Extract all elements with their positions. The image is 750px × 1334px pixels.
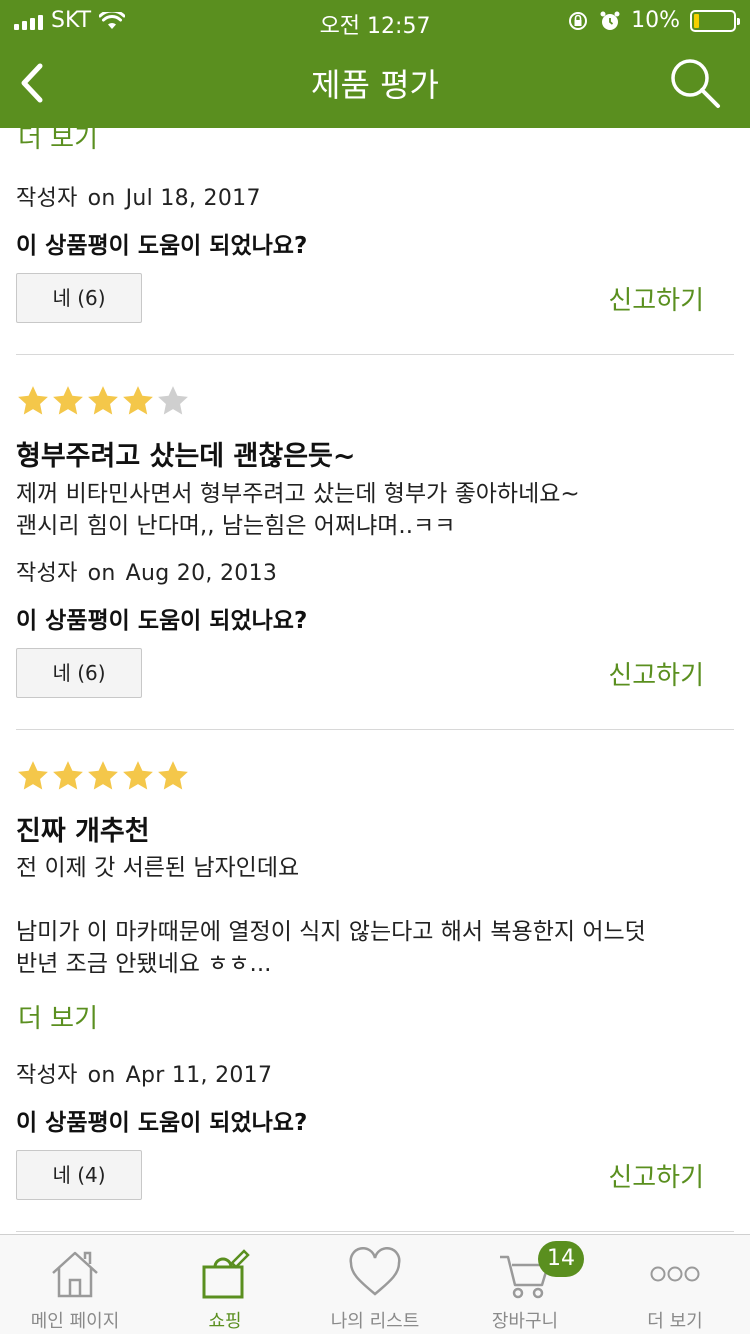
tab-home[interactable]: 메인 페이지 xyxy=(0,1235,150,1334)
review-title: 진짜 개추천 xyxy=(16,816,150,847)
read-more-link[interactable]: 더 보기 xyxy=(18,128,98,155)
battery-icon xyxy=(690,9,740,32)
divider xyxy=(16,729,734,730)
tab-cart[interactable]: 14 장바구니 xyxy=(450,1235,600,1334)
alarm-icon xyxy=(600,11,620,30)
review-body-line xyxy=(16,884,736,916)
more-dots-icon xyxy=(650,1266,700,1282)
tab-label: 나의 리스트 xyxy=(330,1311,420,1332)
cart-count-badge: 14 xyxy=(538,1241,584,1277)
review-title: 형부주려고 샀는데 괜찮은듯~ xyxy=(16,441,356,472)
review-body-line: 전 이제 갓 서른된 남자인데요 xyxy=(16,855,300,881)
review-body: 제꺼 비타민사면서 형부주려고 샀는데 형부가 좋아하네요~ 괜시리 힘이 난다… xyxy=(16,478,736,542)
helpful-question: 이 상품평이 도움이 되었나요? xyxy=(16,608,308,634)
tab-shopping[interactable]: 쇼핑 xyxy=(150,1235,300,1334)
review-date: Jul 18, 2017 xyxy=(125,186,261,211)
author-label: 작성자 xyxy=(16,186,78,211)
on-label: on xyxy=(87,186,116,211)
helpful-yes-button[interactable]: 네 (6) xyxy=(16,273,142,323)
star-filled-icon xyxy=(53,761,83,790)
tab-more[interactable]: 더 보기 xyxy=(600,1235,750,1334)
rotation-lock-icon xyxy=(569,11,588,30)
star-filled-icon xyxy=(88,761,118,790)
review-date: Apr 11, 2017 xyxy=(125,1063,273,1088)
helpful-yes-button[interactable]: 네 (4) xyxy=(16,1150,142,1200)
top-bar: SKT 오전 12:57 10% 제품 평가 xyxy=(0,0,750,128)
read-more-link[interactable]: 더 보기 xyxy=(18,998,98,1035)
status-bar: SKT 오전 12:57 10% xyxy=(0,0,750,40)
tab-label: 더 보기 xyxy=(647,1311,703,1332)
star-filled-icon xyxy=(123,386,153,415)
divider xyxy=(16,354,734,355)
shopping-bag-icon xyxy=(202,1249,250,1299)
review-body-line: 괜시리 힘이 난다며,, 남는힘은 어쩌냐며..ㅋㅋ xyxy=(16,513,456,539)
tab-label: 메인 페이지 xyxy=(30,1311,120,1332)
divider xyxy=(16,1231,734,1232)
star-rating xyxy=(16,384,190,418)
review-meta: 작성자 on Jul 18, 2017 xyxy=(16,180,261,212)
author-label: 작성자 xyxy=(16,1063,78,1088)
heart-icon xyxy=(349,1247,401,1296)
report-link[interactable]: 신고하기 xyxy=(608,655,704,692)
star-filled-icon xyxy=(88,386,118,415)
review-body-line: 반년 조금 안됐네요 ㅎㅎ... xyxy=(16,951,272,977)
star-filled-icon xyxy=(18,386,48,415)
star-rating xyxy=(16,759,190,793)
review-body: 전 이제 갓 서른된 남자인데요 남미가 이 마카때문에 열정이 식지 않는다고… xyxy=(16,852,736,980)
star-empty-icon xyxy=(158,386,188,415)
author-label: 작성자 xyxy=(16,561,78,586)
tab-my-list[interactable]: 나의 리스트 xyxy=(300,1235,450,1334)
helpful-question: 이 상품평이 도움이 되었나요? xyxy=(16,233,308,259)
review-meta: 작성자 on Apr 11, 2017 xyxy=(16,1057,272,1089)
star-filled-icon xyxy=(18,761,48,790)
on-label: on xyxy=(87,561,116,586)
review-meta: 작성자 on Aug 20, 2013 xyxy=(16,555,277,587)
tab-label: 쇼핑 xyxy=(208,1311,242,1332)
star-filled-icon xyxy=(123,761,153,790)
nav-header: 제품 평가 xyxy=(0,40,750,128)
review-body-line: 남미가 이 마카때문에 열정이 식지 않는다고 해서 복용한지 어느덧 xyxy=(16,919,646,945)
star-filled-icon xyxy=(53,386,83,415)
page-title: 제품 평가 xyxy=(311,66,439,104)
helpful-question: 이 상품평이 도움이 되었나요? xyxy=(16,1110,308,1136)
review-date: Aug 20, 2013 xyxy=(125,561,278,586)
review-body-line: 제꺼 비타민사면서 형부주려고 샀는데 형부가 좋아하네요~ xyxy=(16,481,580,507)
search-icon[interactable] xyxy=(668,56,722,110)
tab-bar: 메인 페이지 쇼핑 나의 리스트 14 장바구니 더 보기 xyxy=(0,1234,750,1334)
reviews-list[interactable]: 더 보기 작성자 on Jul 18, 2017 이 상품평이 도움이 되었나요? … xyxy=(0,128,750,1234)
on-label: on xyxy=(87,1063,116,1088)
report-link[interactable]: 신고하기 xyxy=(608,1157,704,1194)
report-link[interactable]: 신고하기 xyxy=(608,280,704,317)
helpful-yes-button[interactable]: 네 (6) xyxy=(16,648,142,698)
tab-label: 장바구니 xyxy=(491,1311,559,1332)
battery-percent: 10% xyxy=(631,8,680,33)
home-icon xyxy=(52,1251,98,1298)
star-filled-icon xyxy=(158,761,188,790)
